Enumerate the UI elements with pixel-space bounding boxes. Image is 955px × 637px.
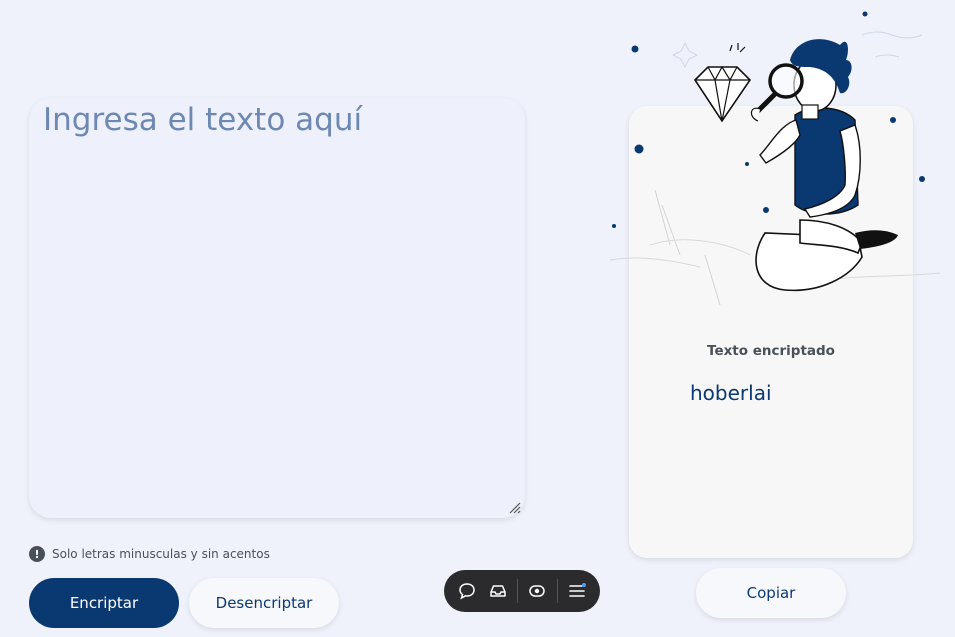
toolbar-divider	[517, 579, 518, 603]
resize-handle[interactable]	[507, 500, 521, 514]
text-input[interactable]	[29, 98, 525, 518]
copy-button[interactable]: Copiar	[696, 568, 846, 618]
decrypt-button[interactable]: Desencriptar	[189, 578, 339, 628]
menu-icon[interactable]	[561, 575, 592, 607]
eye-icon[interactable]	[522, 575, 553, 607]
output-title: Texto encriptado	[707, 343, 835, 359]
floating-toolbar	[444, 570, 600, 612]
detective-illustration	[609, 11, 941, 305]
input-hint: ! Solo letras minusculas y sin acentos	[29, 546, 270, 562]
toolbar-divider	[556, 579, 558, 603]
output-text: hoberlai	[690, 381, 772, 405]
info-icon: !	[29, 546, 45, 562]
text-input-container	[29, 98, 525, 518]
comment-icon[interactable]	[452, 575, 483, 607]
encrypt-button[interactable]: Encriptar	[29, 578, 179, 628]
inbox-icon[interactable]	[483, 575, 514, 607]
input-hint-text: Solo letras minusculas y sin acentos	[52, 547, 270, 561]
